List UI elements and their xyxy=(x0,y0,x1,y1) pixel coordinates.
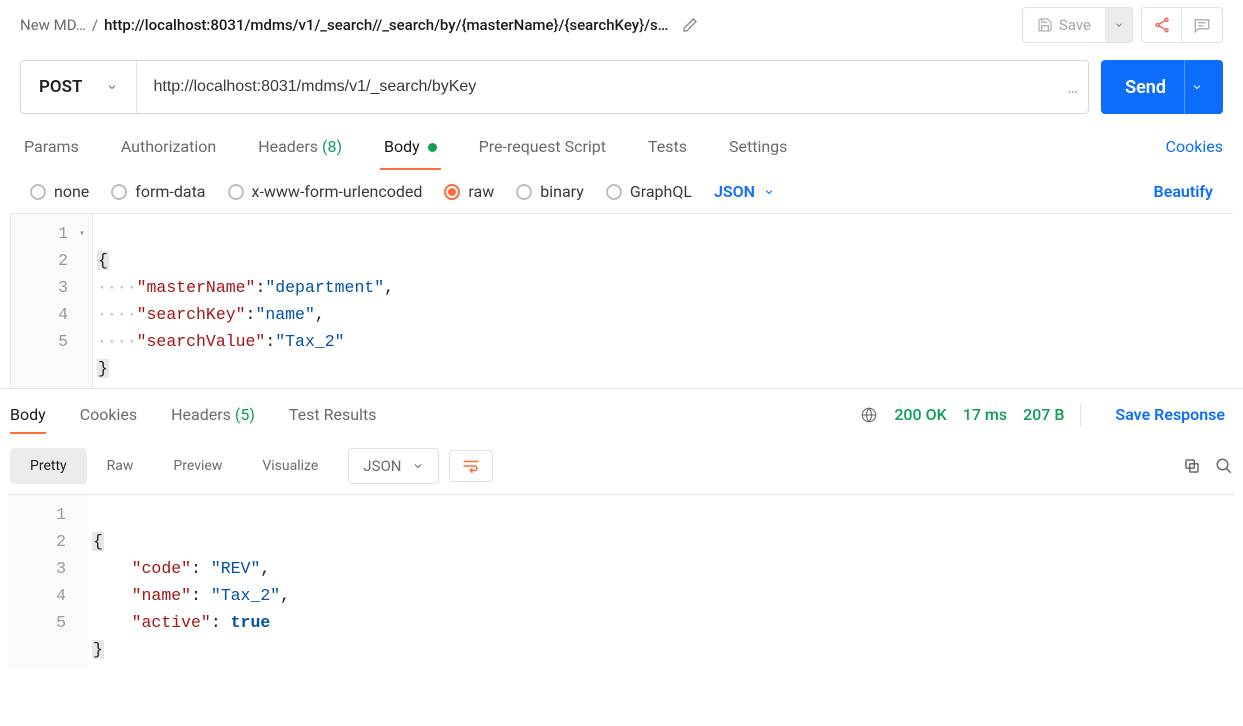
body-type-none[interactable]: none xyxy=(30,182,89,201)
save-button[interactable]: Save xyxy=(1022,7,1105,43)
breadcrumb: New MD… / http://localhost:8031/mdms/v1/… xyxy=(20,9,1022,41)
breadcrumb-separator: / xyxy=(92,16,98,34)
chevron-down-icon xyxy=(106,81,118,93)
save-label: Save xyxy=(1059,16,1091,34)
request-tabs: Params Authorization Headers (8) Body Pr… xyxy=(0,124,1243,168)
tab-params[interactable]: Params xyxy=(20,129,83,164)
url-ellipsis: … xyxy=(1067,78,1088,97)
tab-authorization[interactable]: Authorization xyxy=(117,129,220,164)
editor-gutter: 1 2 3 4 5 ▾ xyxy=(11,214,93,388)
status-time: 17 ms xyxy=(963,405,1007,424)
save-dropdown[interactable] xyxy=(1105,7,1133,43)
tab-settings[interactable]: Settings xyxy=(725,129,791,164)
save-response-button[interactable]: Save Response xyxy=(1115,405,1225,424)
status-code: 200 xyxy=(894,405,921,424)
response-body-editor[interactable]: 1 2 3 4 5 { "code": "REV", "name": "Tax_… xyxy=(8,494,1235,669)
headers-count-badge: (8) xyxy=(322,137,342,156)
response-view-pretty[interactable]: Pretty xyxy=(10,448,87,484)
radio-icon xyxy=(606,184,622,200)
method-select[interactable]: POST xyxy=(21,61,137,113)
header-actions: Save xyxy=(1022,7,1223,43)
chevron-down-icon xyxy=(412,460,424,472)
response-view-preview[interactable]: Preview xyxy=(153,448,242,484)
tab-tests[interactable]: Tests xyxy=(644,129,691,164)
radio-icon xyxy=(516,184,532,200)
body-dirty-indicator xyxy=(428,143,437,152)
body-type-graphql[interactable]: GraphQL xyxy=(606,182,692,201)
fold-icon[interactable]: ▾ xyxy=(76,221,88,248)
globe-icon[interactable] xyxy=(860,406,878,424)
body-type-binary[interactable]: binary xyxy=(516,182,584,201)
editor-code[interactable]: { "code": "REV", "name": "Tax_2", "activ… xyxy=(88,495,290,669)
body-type-raw[interactable]: raw xyxy=(444,182,494,201)
response-tab-headers[interactable]: Headers (5) xyxy=(171,397,265,432)
breadcrumb-collection[interactable]: New MD… xyxy=(20,16,86,34)
rename-icon[interactable] xyxy=(674,9,706,41)
chevron-down-icon xyxy=(763,186,775,198)
body-type-row: none form-data x-www-form-urlencoded raw… xyxy=(0,168,1243,213)
tab-body[interactable]: Body xyxy=(380,129,441,164)
tab-prerequest[interactable]: Pre-request Script xyxy=(475,129,610,164)
status-text: OK xyxy=(926,405,947,424)
breadcrumb-request[interactable]: http://localhost:8031/mdms/v1/_search//_… xyxy=(104,16,668,34)
body-format-select[interactable]: JSON xyxy=(714,182,775,201)
search-response-icon[interactable] xyxy=(1215,457,1233,475)
response-toolbar: Pretty Raw Preview Visualize JSON xyxy=(0,438,1243,494)
url-box: POST … xyxy=(20,60,1089,114)
response-headers-count: (5) xyxy=(235,405,255,424)
copy-response-icon[interactable] xyxy=(1183,457,1201,475)
response-bar: Body Cookies Headers (5) Test Results 20… xyxy=(0,388,1243,438)
cookies-link[interactable]: Cookies xyxy=(1166,137,1223,156)
method-label: POST xyxy=(39,77,82,97)
radio-icon xyxy=(30,184,46,200)
tab-headers[interactable]: Headers (8) xyxy=(254,129,346,164)
response-view-visualize[interactable]: Visualize xyxy=(242,448,338,484)
response-tab-cookies[interactable]: Cookies xyxy=(80,397,147,432)
editor-code[interactable]: { ····"masterName":"department", ····"se… xyxy=(93,214,394,388)
beautify-button[interactable]: Beautify xyxy=(1154,182,1213,201)
request-body-editor[interactable]: 1 2 3 4 5 ▾ { ····"masterName":"departme… xyxy=(10,213,1233,388)
url-input[interactable] xyxy=(137,61,1067,113)
share-box xyxy=(1141,7,1223,43)
radio-icon xyxy=(111,184,127,200)
radio-icon xyxy=(444,184,460,200)
response-tab-body[interactable]: Body xyxy=(10,397,56,432)
body-type-urlencoded[interactable]: x-www-form-urlencoded xyxy=(228,182,423,201)
line-wrap-toggle[interactable] xyxy=(449,450,493,482)
response-tab-test-results[interactable]: Test Results xyxy=(289,397,387,432)
share-icon[interactable] xyxy=(1142,8,1182,42)
send-dropdown[interactable] xyxy=(1185,81,1209,93)
response-status: 200 OK 17 ms 207 B Save Response xyxy=(860,404,1233,426)
send-label: Send xyxy=(1125,77,1166,98)
send-button[interactable]: Send xyxy=(1101,60,1223,114)
response-format-select[interactable]: JSON xyxy=(348,448,438,484)
radio-icon xyxy=(228,184,244,200)
comments-icon[interactable] xyxy=(1182,8,1222,42)
response-view-raw[interactable]: Raw xyxy=(87,448,154,484)
editor-gutter: 1 2 3 4 5 xyxy=(8,495,88,669)
status-size: 207 B xyxy=(1023,405,1064,424)
body-type-form-data[interactable]: form-data xyxy=(111,182,205,201)
